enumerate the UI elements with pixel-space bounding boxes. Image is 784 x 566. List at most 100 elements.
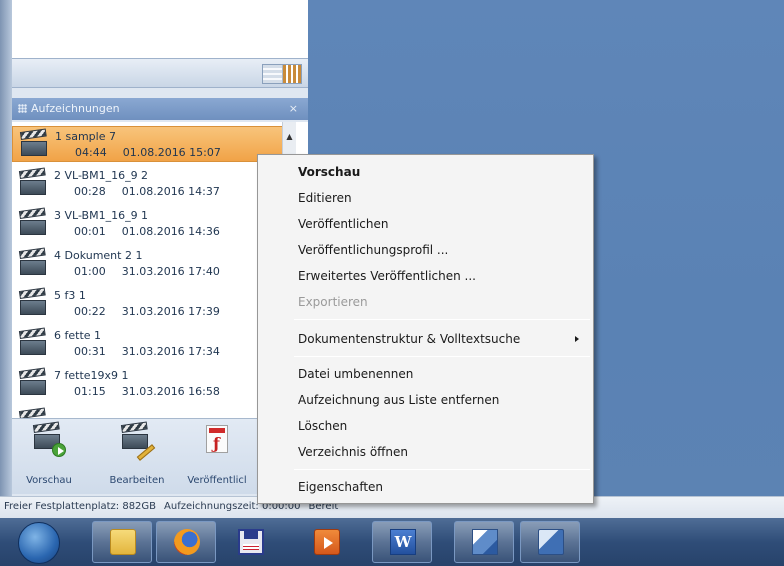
recording-date: 31.03.2016 16:58 bbox=[121, 385, 220, 398]
taskbar-record-button[interactable] bbox=[296, 521, 356, 563]
recording-meta: 00:31 31.03.2016 17:34 bbox=[74, 345, 220, 358]
menu-item-rename[interactable]: Datei umbenennen bbox=[258, 362, 593, 387]
vl-editor-icon bbox=[538, 529, 564, 555]
recording-date: 01.08.2016 15:07 bbox=[122, 146, 221, 159]
clapperboard-icon bbox=[18, 327, 46, 355]
recording-name: 3 VL-BM1_16_9 1 bbox=[54, 209, 149, 222]
recording-meta: 00:28 01.08.2016 14:37 bbox=[74, 185, 220, 198]
recordings-panel-header: Aufzeichnungen × bbox=[12, 98, 308, 120]
taskbar-save-button[interactable] bbox=[220, 521, 280, 563]
recording-date: 01.08.2016 14:37 bbox=[121, 185, 220, 198]
drag-grip-icon[interactable] bbox=[18, 104, 27, 113]
pdf-icon bbox=[202, 425, 232, 455]
recording-name: 7 fette19x9 1 bbox=[54, 369, 129, 382]
clapperboard-icon bbox=[18, 407, 46, 418]
recording-name: 6 fette 1 bbox=[54, 329, 102, 342]
recording-meta: 01:15 31.03.2016 16:58 bbox=[74, 385, 220, 398]
firefox-icon bbox=[174, 529, 200, 555]
recording-name: 2 VL-BM1_16_9 2 bbox=[54, 169, 149, 182]
word-icon: W bbox=[390, 529, 416, 555]
vl-app-icon bbox=[472, 529, 498, 555]
recordings-panel-title: Aufzeichnungen bbox=[31, 102, 120, 115]
view-toggle-button[interactable] bbox=[262, 64, 302, 84]
menu-item-publish[interactable]: Veröffentlichen bbox=[258, 212, 593, 237]
recording-meta: 04:44 01.08.2016 15:07 bbox=[75, 146, 221, 159]
recording-duration: 00:01 bbox=[74, 225, 106, 238]
clapperboard-icon bbox=[18, 287, 46, 315]
menu-item-remove-from-list[interactable]: Aufzeichnung aus Liste entfernen bbox=[258, 388, 593, 413]
menu-item-preview[interactable]: Vorschau bbox=[258, 160, 593, 185]
content-area bbox=[12, 0, 308, 58]
recording-duration: 04:44 bbox=[75, 146, 107, 159]
menu-item-open-folder[interactable]: Verzeichnis öffnen bbox=[258, 440, 593, 465]
recording-date: 31.03.2016 17:34 bbox=[121, 345, 220, 358]
edit-button[interactable]: Bearbeiten bbox=[102, 421, 172, 491]
window-border bbox=[0, 0, 12, 520]
preview-label: Vorschau bbox=[26, 475, 72, 486]
recording-meta: 00:01 01.08.2016 14:36 bbox=[74, 225, 220, 238]
publish-button[interactable]: Veröffentlicl bbox=[182, 425, 252, 491]
menu-item-properties[interactable]: Eigenschaften bbox=[258, 475, 593, 500]
media-record-icon bbox=[314, 529, 340, 555]
grid-view-icon[interactable] bbox=[282, 65, 301, 83]
start-orb-icon[interactable] bbox=[18, 522, 60, 564]
edit-label: Bearbeiten bbox=[109, 475, 165, 486]
recording-duration: 00:22 bbox=[74, 305, 106, 318]
list-item[interactable]: 1 sample 7 04:44 01.08.2016 15:07 bbox=[12, 126, 290, 162]
list-item[interactable]: 7 fette19x9 1 01:15 31.03.2016 16:58 bbox=[12, 366, 290, 402]
list-item[interactable]: 4 Dokument 2 1 01:00 31.03.2016 17:40 bbox=[12, 246, 290, 282]
submenu-arrow-icon bbox=[575, 336, 579, 342]
taskbar-word-button[interactable]: W bbox=[372, 521, 432, 563]
free-space-status: Freier Festplattenplatz: 882GB bbox=[4, 501, 157, 512]
taskbar-vl-editor-button[interactable] bbox=[520, 521, 580, 563]
clapperboard-icon bbox=[19, 128, 47, 156]
clapperboard-icon bbox=[18, 247, 46, 275]
panel-close-button[interactable]: × bbox=[289, 98, 298, 120]
recording-date: 01.08.2016 14:36 bbox=[121, 225, 220, 238]
menu-item-document-structure-label: Dokumentenstruktur & Volltextsuche bbox=[298, 332, 521, 346]
preview-icon bbox=[32, 421, 66, 457]
list-item[interactable]: 5 f3 1 00:22 31.03.2016 17:39 bbox=[12, 286, 290, 322]
edit-icon bbox=[120, 421, 156, 461]
folder-icon bbox=[110, 529, 136, 555]
taskbar-explorer-button[interactable] bbox=[92, 521, 152, 563]
recording-duration: 01:15 bbox=[74, 385, 106, 398]
taskbar-vl-button[interactable] bbox=[454, 521, 514, 563]
list-item[interactable]: 2 VL-BM1_16_9 2 00:28 01.08.2016 14:37 bbox=[12, 166, 290, 202]
recording-duration: 00:28 bbox=[74, 185, 106, 198]
taskbar-firefox-button[interactable] bbox=[156, 521, 216, 563]
clapperboard-icon bbox=[18, 367, 46, 395]
recording-meta: 01:00 31.03.2016 17:40 bbox=[74, 265, 220, 278]
menu-item-edit[interactable]: Editieren bbox=[258, 186, 593, 211]
list-view-icon[interactable] bbox=[263, 65, 283, 83]
menu-separator bbox=[294, 319, 590, 320]
recording-duration: 01:00 bbox=[74, 265, 106, 278]
screen: Aufzeichnungen × 1 sample 7 04:44 01.08.2… bbox=[0, 0, 784, 566]
recording-date: 31.03.2016 17:39 bbox=[121, 305, 220, 318]
menu-item-advanced-publish[interactable]: Erweitertes Veröffentlichen ... bbox=[258, 264, 593, 289]
list-item[interactable]: 3 VL-BM1_16_9 1 00:01 01.08.2016 14:36 bbox=[12, 206, 290, 242]
menu-item-export: Exportieren bbox=[298, 295, 368, 309]
recording-name: 1 sample 7 bbox=[55, 130, 116, 143]
menu-item-delete[interactable]: Löschen bbox=[258, 414, 593, 439]
recording-name: 5 f3 1 bbox=[54, 289, 86, 302]
top-toolbar bbox=[12, 58, 308, 88]
menu-separator bbox=[294, 356, 590, 357]
list-item-partial[interactable] bbox=[12, 406, 290, 418]
menu-separator bbox=[294, 469, 590, 470]
list-item[interactable]: 6 fette 1 00:31 31.03.2016 17:34 bbox=[12, 326, 290, 362]
context-menu: Vorschau Editieren Veröffentlichen Veröf… bbox=[257, 154, 594, 504]
recording-meta: 00:22 31.03.2016 17:39 bbox=[74, 305, 220, 318]
taskbar: W bbox=[0, 518, 784, 566]
recording-name: 4 Dokument 2 1 bbox=[54, 249, 143, 262]
recording-date: 31.03.2016 17:40 bbox=[121, 265, 220, 278]
save-disk-icon bbox=[238, 529, 264, 555]
menu-item-document-structure[interactable]: Dokumentenstruktur & Volltextsuche bbox=[258, 327, 593, 352]
recording-duration: 00:31 bbox=[74, 345, 106, 358]
preview-button[interactable]: Vorschau bbox=[14, 421, 84, 491]
menu-item-publish-profile[interactable]: Veröffentlichungsprofil ... bbox=[258, 238, 593, 263]
clapperboard-icon bbox=[18, 167, 46, 195]
scroll-up-arrow-icon[interactable]: ▲ bbox=[283, 130, 296, 144]
clapperboard-icon bbox=[18, 207, 46, 235]
publish-label: Veröffentlicl bbox=[187, 475, 247, 486]
